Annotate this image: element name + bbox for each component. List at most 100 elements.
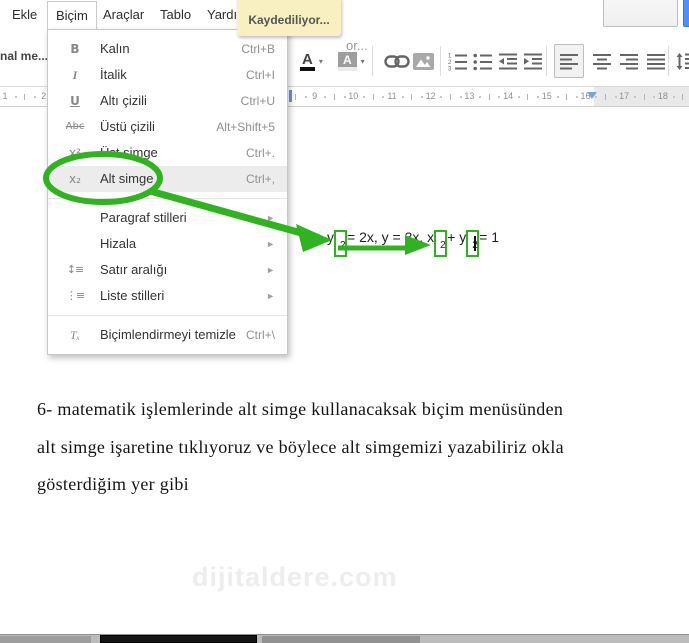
menu-item-satir-araligi[interactable]: ↕≡ Satır aralığı ► xyxy=(48,257,287,283)
menu-item-label: Alt simge xyxy=(100,171,154,186)
chevron-down-icon: ▾ xyxy=(360,56,365,66)
insert-link-icon[interactable] xyxy=(384,47,410,75)
menu-araclar[interactable]: Araçlar xyxy=(95,1,152,29)
ruler-tick xyxy=(643,94,645,100)
subscript-green-box: 2 xyxy=(434,230,448,257)
ruler-number: 14 xyxy=(503,91,514,101)
ruler-tick xyxy=(421,96,423,98)
menu-item-label: Paragraf stilleri xyxy=(100,210,187,225)
menu-item-ust-simge[interactable]: x² Üst simge Ctrl+. xyxy=(48,140,287,166)
menu-item-shortcut: Ctrl+U xyxy=(240,94,275,108)
bulleted-list-icon[interactable] xyxy=(473,47,493,75)
ruler-tick xyxy=(324,96,327,98)
align-left-icon[interactable] xyxy=(554,44,584,78)
ruler-right-margin xyxy=(594,87,689,106)
menu-item-ustu-cizili[interactable]: Abc Üstü çizili Alt+Shift+5 xyxy=(48,114,287,140)
ruler-tick xyxy=(575,96,578,98)
toolbar-separator xyxy=(372,46,373,76)
ruler-number: 17 xyxy=(619,91,630,101)
menu-item-bicimlendirmeyi-temizle[interactable]: Tₓ Biçimlendirmeyi temizle Ctrl+\ xyxy=(48,322,287,348)
text-cursor xyxy=(474,236,477,251)
ruler-tick xyxy=(24,94,26,100)
menu-item-label: Altı çizili xyxy=(100,93,147,108)
left-indent-marker[interactable] xyxy=(289,90,292,102)
equation-text: + y xyxy=(447,229,467,245)
toolbar-separator xyxy=(546,46,547,76)
paragraph-line: 6- matematik işlemlerinde alt simge kull… xyxy=(37,399,564,419)
menu-bar: Ekle Biçim Araçlar Tablo Yardım xyxy=(0,0,689,30)
menu-item-alt-simge[interactable]: x₂ Alt simge Ctrl+, xyxy=(48,166,287,192)
svg-text:2: 2 xyxy=(448,60,452,66)
submenu-arrow-icon: ► xyxy=(266,239,275,249)
ruler-number: 10 xyxy=(348,91,359,101)
paragraph-style-selector[interactable]: nal me... xyxy=(0,49,48,63)
paragraph-line: gösterdiğim yer gibi xyxy=(37,474,189,494)
ruler-tick xyxy=(566,94,568,100)
menu-ekle[interactable]: Ekle xyxy=(4,1,45,29)
ruler-tick xyxy=(450,94,452,100)
equation-text: = 1 xyxy=(479,229,500,245)
text-color-icon[interactable]: A ▾ xyxy=(300,47,323,75)
ruler-tick xyxy=(498,96,501,98)
svg-text:1: 1 xyxy=(448,53,452,59)
menu-item-label: Kalın xyxy=(100,41,130,56)
share-button[interactable] xyxy=(683,0,689,27)
align-right-icon[interactable] xyxy=(619,47,639,75)
menu-item-italik[interactable]: I İtalik Ctrl+I xyxy=(48,62,287,88)
bold-icon: B xyxy=(70,42,80,56)
ruler-tick xyxy=(333,94,335,100)
superscript-icon: x² xyxy=(69,146,81,160)
ruler-tick xyxy=(527,94,529,100)
line-spacing-icon[interactable] xyxy=(676,47,689,75)
ruler-tick xyxy=(682,94,684,100)
comments-button[interactable] xyxy=(603,0,678,27)
line-spacing-icon: ↕≡ xyxy=(66,263,84,276)
ruler-tick xyxy=(517,96,520,98)
decrease-indent-icon[interactable] xyxy=(498,47,518,75)
ruler-tick xyxy=(304,96,307,98)
equation-text: = 2x, y = 3x, x xyxy=(347,229,435,245)
menu-item-label: İtalik xyxy=(100,67,127,82)
paragraph-line: alt simge işaretine tıklıyoruz ve böylec… xyxy=(37,436,564,457)
equation-line: y2= 2x, y = 3x, x2+ y2= 1 xyxy=(327,229,499,257)
menu-item-kalin[interactable]: B Kalın Ctrl+B xyxy=(48,36,287,62)
menu-item-shortcut: Ctrl+, xyxy=(245,172,275,186)
ruler-tick xyxy=(459,96,462,98)
ruler-tick xyxy=(14,96,17,98)
align-justify-icon[interactable] xyxy=(646,47,666,75)
ruler-tick xyxy=(401,96,404,98)
ruler-number: 13 xyxy=(464,91,475,101)
ruler-tick xyxy=(363,96,365,98)
menu-bicim[interactable]: Biçim xyxy=(47,1,97,30)
menu-tablo[interactable]: Tablo xyxy=(152,1,199,29)
ruler-tick xyxy=(382,96,385,98)
ruler-tick xyxy=(411,94,413,100)
subscript-digit: 2 xyxy=(340,240,346,251)
menu-item-shortcut: Ctrl+B xyxy=(241,42,275,56)
numbered-list-icon[interactable]: 123 xyxy=(448,47,468,75)
submenu-arrow-icon: ► xyxy=(266,213,275,223)
ruler-number: 15 xyxy=(541,91,552,101)
insert-image-icon[interactable] xyxy=(413,47,434,75)
menu-item-paragraf-stilleri[interactable]: Paragraf stilleri ► xyxy=(48,205,287,231)
menu-separator xyxy=(48,198,287,199)
ruler-tick xyxy=(653,96,656,98)
ruler-tick xyxy=(479,96,482,98)
ruler-number: 12 xyxy=(425,91,436,101)
menu-item-label: Satır aralığı xyxy=(100,262,168,277)
increase-indent-icon[interactable] xyxy=(523,47,543,75)
menu-item-liste-stilleri[interactable]: ⋮≡ Liste stilleri ► xyxy=(48,283,287,309)
ruler-tick xyxy=(343,96,346,98)
underline-icon: U xyxy=(70,94,80,108)
right-indent-marker[interactable] xyxy=(587,92,597,99)
menu-separator xyxy=(48,315,287,316)
ruler-tick xyxy=(604,94,606,100)
menu-item-alti-cizili[interactable]: U Altı çizili Ctrl+U xyxy=(48,88,287,114)
menu-item-hizala[interactable]: Hizala ► xyxy=(48,231,287,257)
menu-item-label: Üstü çizili xyxy=(100,119,155,134)
ruler-tick xyxy=(614,96,617,98)
align-center-icon[interactable] xyxy=(592,47,612,75)
saving-status-text: or... xyxy=(346,38,368,53)
menu-item-label: Biçimlendirmeyi temizle xyxy=(100,327,236,342)
ruler-tick xyxy=(440,96,443,98)
